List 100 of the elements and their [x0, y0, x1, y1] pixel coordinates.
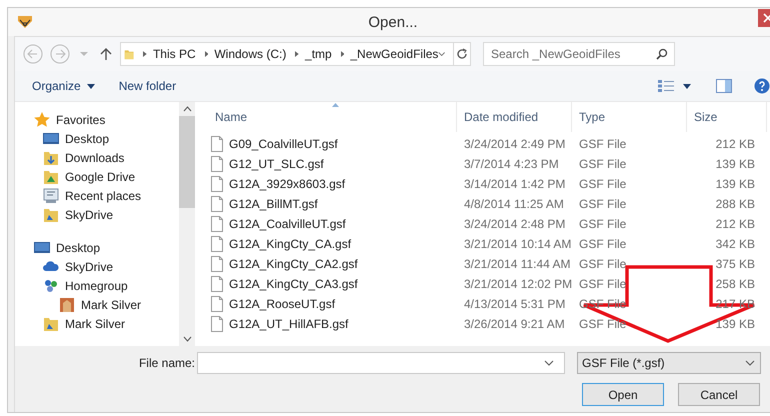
chevron-icon — [204, 50, 208, 58]
star-icon — [34, 112, 50, 128]
preview-pane-icon[interactable] — [716, 79, 732, 93]
monitor-icon — [43, 130, 59, 146]
file-item[interactable]: G12A_UT_HillAFB.gsf — [208, 314, 457, 334]
chevron-icon — [143, 50, 147, 58]
chevron-icon — [340, 50, 344, 58]
column-header[interactable]: Name — [208, 102, 457, 132]
table-cell-text: GSF File — [578, 196, 628, 213]
sidebar-item[interactable]: Desktop — [15, 129, 179, 148]
table-cell-text: GSF File — [578, 216, 628, 233]
breadcrumb[interactable]: Windows (C:) — [214, 47, 286, 61]
file-icon — [211, 236, 223, 252]
file-icon — [211, 176, 223, 192]
user-icon — [59, 296, 75, 312]
file-icon — [211, 196, 223, 212]
table-cell-text: GSF File — [578, 156, 628, 173]
sidebar-item[interactable]: Google Drive — [15, 167, 179, 186]
table-cell-text: 342 KB — [714, 236, 756, 253]
column-header[interactable]: Type — [572, 102, 687, 132]
toolbar-button[interactable]: New folder — [110, 75, 184, 97]
file-item[interactable]: G12A_3929x8603.gsf — [208, 174, 457, 194]
up-arrow-icon[interactable] — [100, 47, 112, 61]
refresh-icon — [456, 48, 468, 60]
sidebar-item[interactable]: Favorites — [15, 110, 179, 129]
column-header[interactable]: Date modified — [457, 102, 572, 132]
sidebar-item[interactable]: SkyDrive — [15, 205, 179, 224]
help-icon[interactable] — [754, 78, 770, 94]
scroll-thumb[interactable] — [179, 116, 195, 208]
caret-icon[interactable] — [683, 84, 691, 88]
table-cell-text: 3/7/2014 4:23 PM — [463, 156, 560, 173]
file-item[interactable]: G12A_KingCty_CA2.gsf — [208, 254, 457, 274]
table-cell-text: 4/8/2014 11:25 AM — [463, 196, 565, 213]
file-icon — [211, 316, 223, 332]
file-name-field[interactable] — [197, 352, 565, 374]
sidebar-item[interactable]: Downloads — [15, 148, 179, 167]
homegroup-icon — [43, 278, 59, 294]
monitor-icon — [34, 240, 50, 256]
scrollbar[interactable] — [179, 102, 195, 346]
table-cell-text: 212 KB — [714, 216, 756, 233]
sidebar-item[interactable]: Mark Silver — [15, 314, 179, 333]
cancel-button[interactable]: Cancel — [678, 383, 760, 406]
open-button[interactable]: Open — [582, 383, 664, 406]
address-bar[interactable]: This PC Windows (C:) _tmp _NewGeoidFiles — [120, 42, 471, 66]
menu-button[interactable]: Organize — [24, 75, 103, 97]
file-icon — [211, 276, 223, 292]
table-cell-text: 3/24/2014 2:48 PM — [463, 216, 566, 233]
table-cell-text: 3/26/2014 9:21 AM — [463, 316, 566, 333]
caret-icon — [86, 84, 95, 88]
table-cell-text: 139 KB — [714, 156, 756, 173]
file-icon — [211, 296, 223, 312]
search-field[interactable]: Search _NewGeoidFiles — [483, 42, 675, 66]
table-cell-text: 288 KB — [714, 196, 756, 213]
scroll-down-icon[interactable] — [182, 336, 192, 342]
search-icon — [656, 48, 668, 60]
table-cell-text: GSF File — [578, 136, 628, 153]
file-icon — [211, 156, 223, 172]
sidebar-item[interactable]: Desktop — [15, 238, 179, 257]
file-icon — [211, 256, 223, 272]
scroll-up-icon[interactable] — [182, 106, 192, 112]
sort-arrow-icon — [332, 103, 339, 107]
window-title: Open... — [367, 14, 419, 31]
table-cell-text: 4/13/2014 5:31 PM — [463, 296, 566, 313]
table-cell-text: GSF File — [578, 256, 628, 273]
table-cell-text: 139 KB — [714, 316, 756, 333]
column-header[interactable]: Size — [687, 102, 767, 132]
table-cell-text: GSF File — [578, 316, 628, 333]
file-item[interactable]: G12_UT_SLC.gsf — [208, 154, 457, 174]
breadcrumb[interactable]: _tmp — [305, 47, 332, 61]
file-item[interactable]: G09_CoalvilleUT.gsf — [208, 134, 457, 154]
chevron-icon — [295, 50, 300, 58]
file-type-dropdown[interactable]: GSF File (*.gsf) — [577, 352, 761, 374]
file-item[interactable]: G12A_KingCty_CA.gsf — [208, 234, 457, 254]
file-icon — [211, 136, 223, 152]
close-icon — [763, 13, 770, 23]
table-cell-text: 3/21/2014 10:14 AM — [463, 236, 572, 253]
file-item[interactable]: G12A_BillMT.gsf — [208, 194, 457, 214]
sidebar-item[interactable]: Recent places — [15, 186, 179, 205]
table-cell-text: GSF File — [578, 236, 628, 253]
dropdown-icon — [745, 360, 755, 366]
table-cell-text: 3/21/2014 12:02 PM — [463, 276, 572, 293]
field-label: File name: — [138, 356, 196, 370]
file-item[interactable]: G12A_RooseUT.gsf — [208, 294, 457, 314]
table-cell-text: 212 KB — [714, 136, 756, 153]
dropdown-icon[interactable] — [438, 51, 446, 57]
table-cell-text: GSF File — [578, 176, 628, 193]
breadcrumb[interactable]: _NewGeoidFiles — [350, 47, 438, 61]
file-item[interactable]: G12A_KingCty_CA3.gsf — [208, 274, 457, 294]
table-cell-text: 3/24/2014 2:49 PM — [463, 136, 566, 153]
file-item[interactable]: G12A_CoalvilleUT.gsf — [208, 214, 457, 234]
app-icon — [17, 15, 33, 29]
sidebar-item[interactable]: Mark Silver — [15, 295, 179, 314]
table-cell-text: 258 KB — [714, 276, 756, 293]
sidebar-item[interactable]: SkyDrive — [15, 257, 179, 276]
dropdown-icon — [544, 360, 554, 366]
view-icon[interactable] — [658, 80, 674, 92]
table-cell-text: 139 KB — [714, 176, 756, 193]
breadcrumb[interactable]: This PC — [152, 47, 196, 61]
table-cell-text: 3/21/2014 11:44 AM — [463, 256, 572, 273]
sidebar-item[interactable]: Homegroup — [15, 276, 179, 295]
